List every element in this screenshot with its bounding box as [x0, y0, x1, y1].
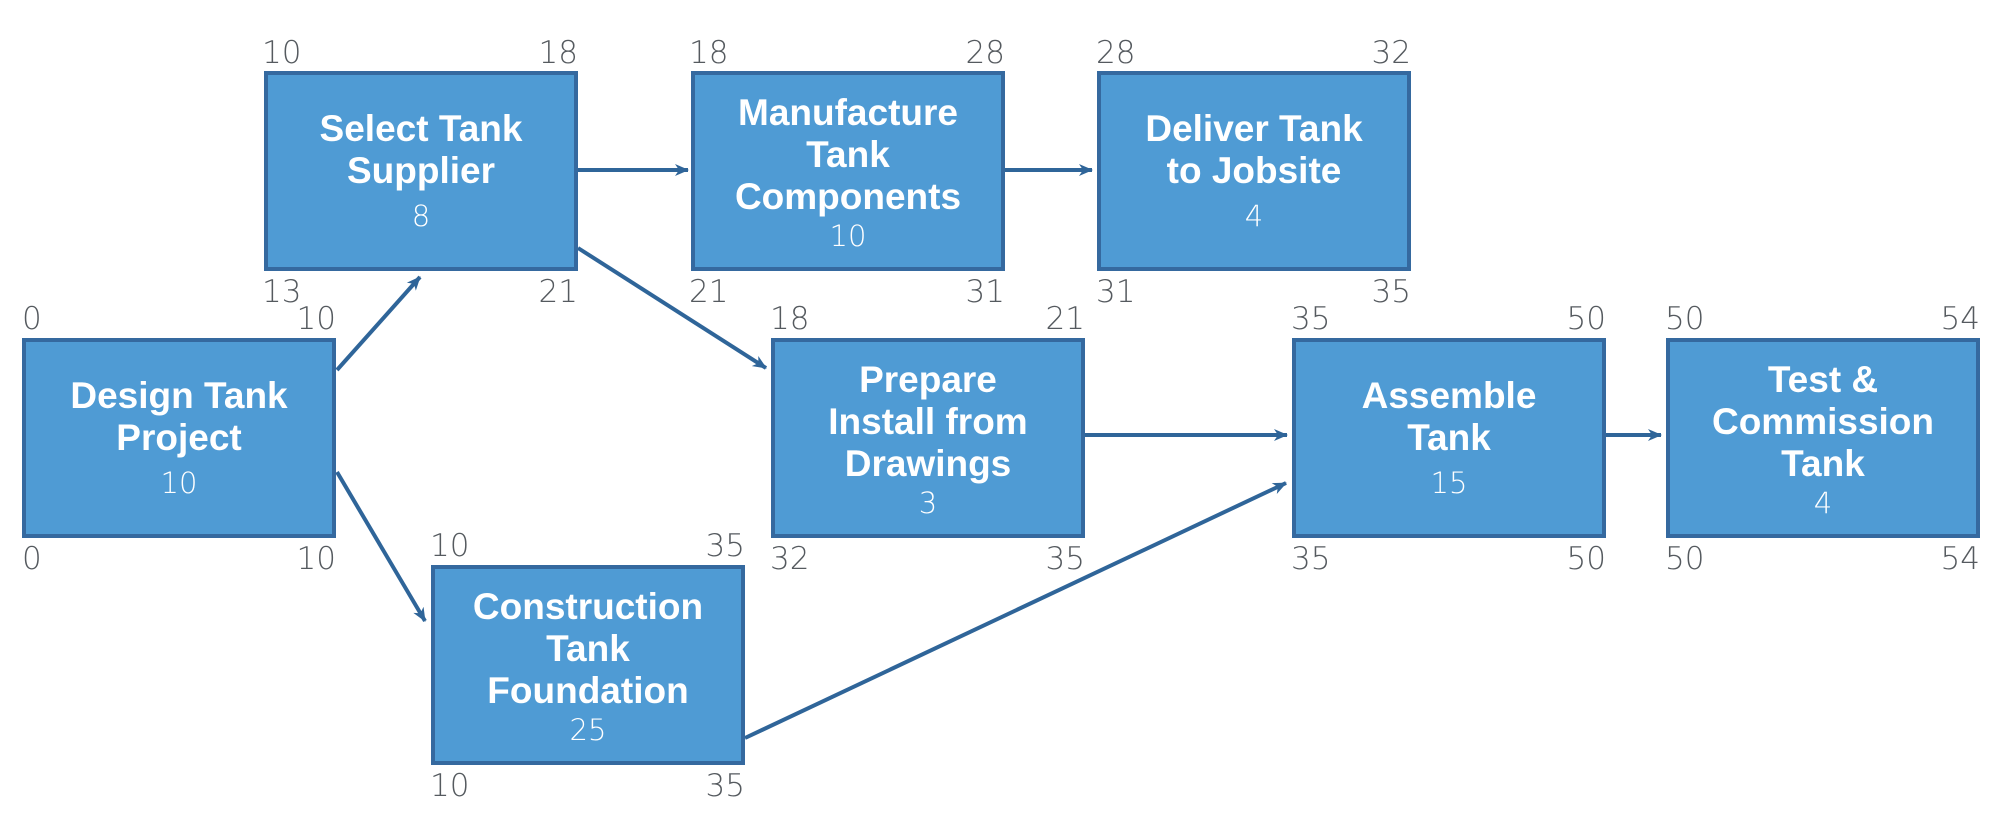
late-finish: 35 [1045, 541, 1085, 577]
node-title: Design Tank Project [70, 375, 288, 458]
late-finish: 50 [1566, 541, 1606, 577]
late-start: 31 [1096, 274, 1136, 310]
late-start: 35 [1291, 541, 1331, 577]
network-diagram: Design Tank Project 10 0 10 0 10 Select … [0, 0, 2000, 830]
node-title: Manufacture Tank Components [734, 92, 962, 217]
node-duration: 15 [1430, 466, 1468, 500]
early-start: 50 [1665, 301, 1705, 337]
early-finish: 50 [1566, 301, 1606, 337]
node-title: Prepare Install from Drawings [828, 359, 1028, 484]
node-duration: 10 [829, 219, 867, 253]
late-finish: 10 [296, 541, 336, 577]
edge-design-construction [335, 470, 427, 623]
early-finish: 35 [705, 528, 745, 564]
early-finish: 32 [1371, 35, 1411, 71]
late-start: 50 [1665, 541, 1705, 577]
node-duration: 10 [160, 466, 198, 500]
early-start: 28 [1096, 35, 1136, 71]
node-duration: 4 [1813, 486, 1833, 520]
late-start: 32 [770, 541, 810, 577]
node-title: Construction Tank Foundation [472, 586, 704, 711]
node-duration: 25 [569, 713, 607, 747]
late-start: 13 [262, 274, 302, 310]
node-select-tank-supplier: Select Tank Supplier 8 [264, 71, 578, 271]
node-duration: 4 [1244, 199, 1264, 233]
node-design-tank-project: Design Tank Project 10 [22, 338, 336, 538]
late-finish: 21 [538, 274, 578, 310]
node-assemble-tank: Assemble Tank 15 [1292, 338, 1606, 538]
early-start: 0 [22, 301, 42, 337]
node-duration: 8 [411, 199, 431, 233]
early-start: 18 [770, 301, 810, 337]
early-start: 10 [262, 35, 302, 71]
late-finish: 35 [705, 768, 745, 804]
edge-design-select [335, 275, 422, 372]
node-title: Assemble Tank [1361, 375, 1537, 458]
node-prepare-install-from-drawings: Prepare Install from Drawings 3 [771, 338, 1085, 538]
late-start: 21 [689, 274, 729, 310]
node-title: Test & Commission Tank [1711, 359, 1935, 484]
early-start: 35 [1291, 301, 1331, 337]
node-duration: 3 [918, 486, 938, 520]
late-start: 0 [22, 541, 42, 577]
node-test-commission-tank: Test & Commission Tank 4 [1666, 338, 1980, 538]
node-construction-tank-foundation: Construction Tank Foundation 25 [431, 565, 745, 765]
early-finish: 28 [965, 35, 1005, 71]
early-start: 10 [430, 528, 470, 564]
early-finish: 18 [538, 35, 578, 71]
early-finish: 21 [1045, 301, 1085, 337]
node-title: Select Tank Supplier [319, 108, 523, 191]
early-finish: 54 [1940, 301, 1980, 337]
early-start: 18 [689, 35, 729, 71]
node-title: Deliver Tank to Jobsite [1145, 108, 1363, 191]
late-start: 10 [430, 768, 470, 804]
late-finish: 54 [1940, 541, 1980, 577]
node-manufacture-tank-components: Manufacture Tank Components 10 [691, 71, 1005, 271]
node-deliver-tank-to-jobsite: Deliver Tank to Jobsite 4 [1097, 71, 1411, 271]
